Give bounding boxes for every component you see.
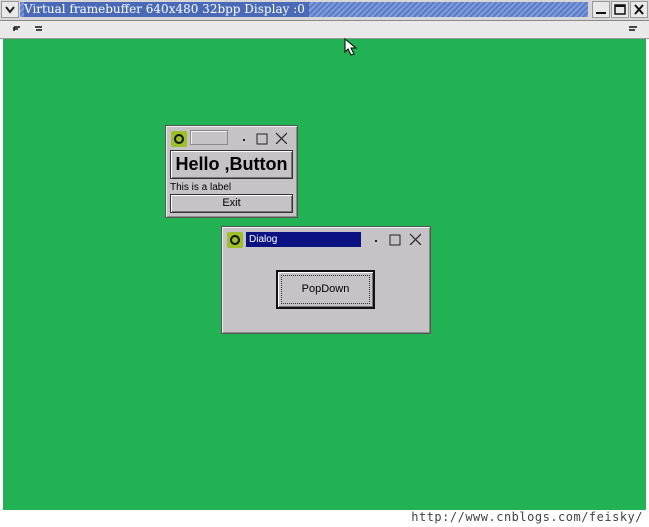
toolbar-menu-icon[interactable]	[627, 24, 639, 34]
popdown-button[interactable]: PopDown	[276, 270, 375, 309]
minimize-icon[interactable]	[370, 234, 382, 246]
qt-logo-icon	[171, 131, 187, 147]
info-label: This is a label	[170, 182, 232, 193]
exit-button[interactable]: Exit	[170, 194, 293, 213]
hello-button-window: Hello ,Button This is a label Exit	[165, 125, 298, 218]
maximize-icon[interactable]	[256, 133, 268, 145]
hello-button[interactable]: Hello ,Button	[170, 150, 293, 179]
dialog-window: Dialog PopDown	[221, 226, 431, 334]
close-icon[interactable]	[275, 132, 287, 144]
mouse-cursor-icon	[344, 38, 358, 56]
minimize-icon[interactable]	[238, 133, 250, 145]
arrow-right-icon[interactable]	[33, 24, 45, 34]
maximize-icon[interactable]	[389, 234, 401, 246]
maximize-button[interactable]	[611, 1, 629, 18]
window-title[interactable]	[190, 130, 228, 145]
host-window-title: Virtual framebuffer 640x480 32bpp Displa…	[24, 2, 309, 17]
arrow-left-icon[interactable]	[12, 24, 24, 34]
watermark: http://www.cnblogs.com/feisky/	[411, 510, 643, 524]
close-icon	[634, 4, 644, 15]
minimize-icon	[596, 12, 606, 14]
close-icon[interactable]	[409, 233, 421, 245]
close-button[interactable]	[630, 1, 648, 18]
popdown-label: PopDown	[301, 283, 350, 295]
host-titlebar: Virtual framebuffer 640x480 32bpp Displa…	[0, 0, 649, 21]
qt-logo-icon	[227, 232, 243, 248]
host-toolbar	[0, 21, 649, 39]
chevron-down-icon	[5, 6, 15, 14]
dialog-title[interactable]: Dialog	[246, 232, 361, 247]
maximize-icon	[614, 4, 626, 15]
window-menu-button[interactable]	[1, 1, 19, 18]
minimize-button[interactable]	[592, 1, 610, 18]
host-title-strip[interactable]: Virtual framebuffer 640x480 32bpp Displa…	[20, 2, 588, 17]
